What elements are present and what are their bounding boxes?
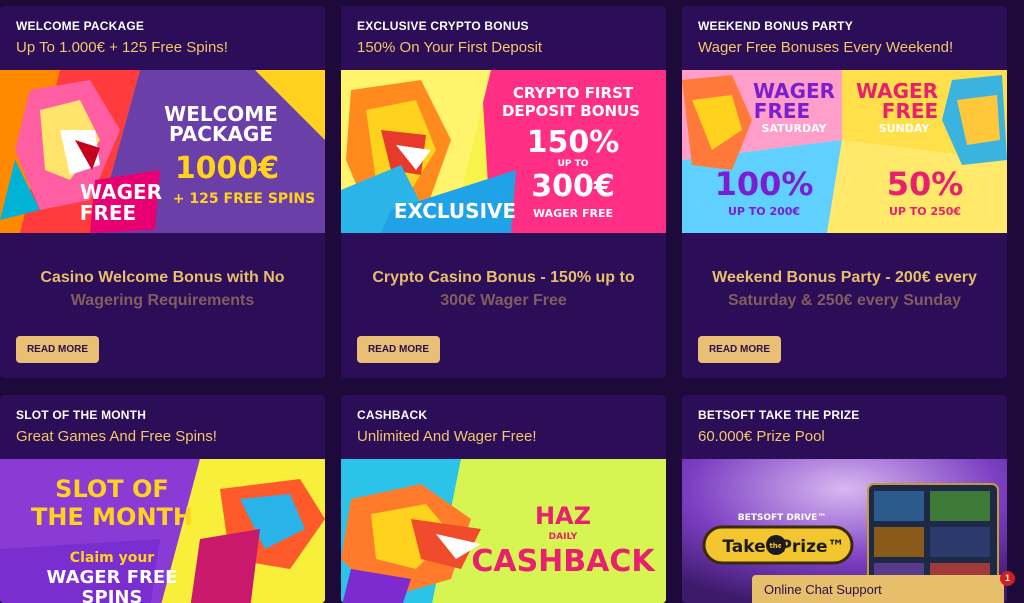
banner-brand: BETSOFT DRIVE™: [738, 513, 827, 523]
banner-saturday: SATURDAY: [761, 122, 827, 135]
banner-wager: WAGER FREE: [533, 207, 613, 220]
banner-upto1: UP TO 200€: [728, 205, 800, 218]
headline-line2: Saturday & 250€ every Sunday: [727, 292, 961, 309]
banner-text-line2: DEPOSIT BONUS: [502, 102, 640, 120]
banner-image-cashback[interactable]: HAZ DAILY CASHBACK: [341, 459, 666, 603]
headline-line2: Wagering Requirements: [70, 292, 255, 309]
banner-percent: 150%: [527, 125, 620, 160]
headline-line1: Weekend Bonus Party - 200€ every: [712, 269, 977, 286]
banner-wager: WAGER FREE: [47, 567, 178, 588]
card-eyebrow: CASHBACK: [357, 408, 428, 422]
card-subtitle: Unlimited And Wager Free!: [357, 428, 537, 445]
chat-label: Online Chat Support: [764, 582, 882, 597]
chat-notification-badge: 1: [1000, 571, 1015, 586]
card-eyebrow: EXCLUSIVE CRYPTO BONUS: [357, 19, 529, 33]
headline-line1: Casino Welcome Bonus with No: [40, 269, 285, 286]
card-subtitle: 150% On Your First Deposit: [357, 39, 543, 56]
banner-spins: SPINS: [82, 587, 143, 603]
read-more-button[interactable]: READ MORE: [16, 336, 99, 363]
card-eyebrow: WEEKEND BONUS PARTY: [698, 19, 853, 33]
banner-free-sun: FREE: [882, 99, 938, 123]
promo-card-welcome: WELCOME PACKAGE Up To 1.000€ + 125 Free …: [0, 6, 325, 378]
card-headline: Crypto Casino Bonus - 150% up to 300€ Wa…: [357, 266, 650, 312]
card-subtitle: Up To 1.000€ + 125 Free Spins!: [16, 39, 228, 56]
headline-line2: 300€ Wager Free: [440, 292, 567, 309]
banner-amount: 300€: [531, 169, 615, 204]
read-more-button[interactable]: READ MORE: [698, 336, 781, 363]
banner-sunday: SUNDAY: [879, 122, 931, 135]
headline-line1: Crypto Casino Bonus - 150% up to: [372, 269, 635, 286]
card-eyebrow: WELCOME PACKAGE: [16, 19, 145, 33]
promo-card-betsoft: BETSOFT TAKE THE PRIZE 60.000€ Prize Poo…: [682, 395, 1007, 603]
banner-exclusive: EXCLUSIVE: [394, 199, 516, 223]
banner-image-welcome[interactable]: WELCOME PACKAGE 1000€ + 125 FREE SPINS W…: [0, 70, 325, 233]
card-eyebrow: BETSOFT TAKE THE PRIZE: [698, 408, 860, 422]
banner-tag2: FREE: [80, 201, 136, 225]
card-eyebrow: SLOT OF THE MONTH: [16, 408, 147, 422]
promo-card-cashback: CASHBACK Unlimited And Wager Free! HAZ D…: [341, 395, 666, 603]
banner-text-line2: THE MONTH: [31, 503, 193, 531]
banner-haz: HAZ: [535, 502, 591, 530]
banner-take: Take: [722, 537, 765, 557]
banner-amount: 1000€: [175, 151, 279, 186]
banner-image-slot[interactable]: SLOT OF THE MONTH Claim your WAGER FREE …: [0, 459, 325, 603]
banner-image-weekend[interactable]: WAGER FREE SATURDAY WAGER FREE SUNDAY 10…: [682, 70, 1007, 233]
promotions-grid: WELCOME PACKAGE Up To 1.000€ + 125 Free …: [0, 0, 1024, 603]
card-headline: Weekend Bonus Party - 200€ every Saturda…: [698, 266, 991, 312]
banner-image-crypto[interactable]: CRYPTO FIRST DEPOSIT BONUS 150% UP TO 30…: [341, 70, 666, 233]
card-subtitle: Great Games And Free Spins!: [16, 428, 217, 445]
banner-cashback: CASHBACK: [471, 544, 656, 579]
promo-card-weekend: WEEKEND BONUS PARTY Wager Free Bonuses E…: [682, 6, 1007, 378]
card-subtitle: Wager Free Bonuses Every Weekend!: [698, 39, 954, 56]
banner-pct2: 50%: [887, 165, 964, 203]
banner-pct1: 100%: [715, 165, 814, 203]
read-more-button[interactable]: READ MORE: [357, 336, 440, 363]
banner-free-sat: FREE: [754, 99, 810, 123]
promo-card-slot: SLOT OF THE MONTH Great Games And Free S…: [0, 395, 325, 603]
banner-text-line2: PACKAGE: [169, 122, 273, 146]
banner-upto: UP TO: [558, 159, 589, 169]
card-subtitle: 60.000€ Prize Pool: [698, 428, 825, 445]
banner-upto2: UP TO 250€: [889, 205, 961, 218]
online-chat-support-tab[interactable]: Online Chat Support: [752, 575, 1004, 603]
banner-text-line1: CRYPTO FIRST: [513, 84, 634, 102]
banner-extra: + 125 FREE SPINS: [173, 191, 315, 207]
banner-prize: Prize™: [779, 537, 844, 557]
banner-daily: DAILY: [549, 532, 578, 542]
card-headline: Casino Welcome Bonus with No Wagering Re…: [16, 266, 309, 312]
banner-claim: Claim your: [70, 550, 154, 566]
promo-card-crypto: EXCLUSIVE CRYPTO BONUS 150% On Your Firs…: [341, 6, 666, 378]
banner-text-line1: SLOT OF: [55, 475, 169, 503]
